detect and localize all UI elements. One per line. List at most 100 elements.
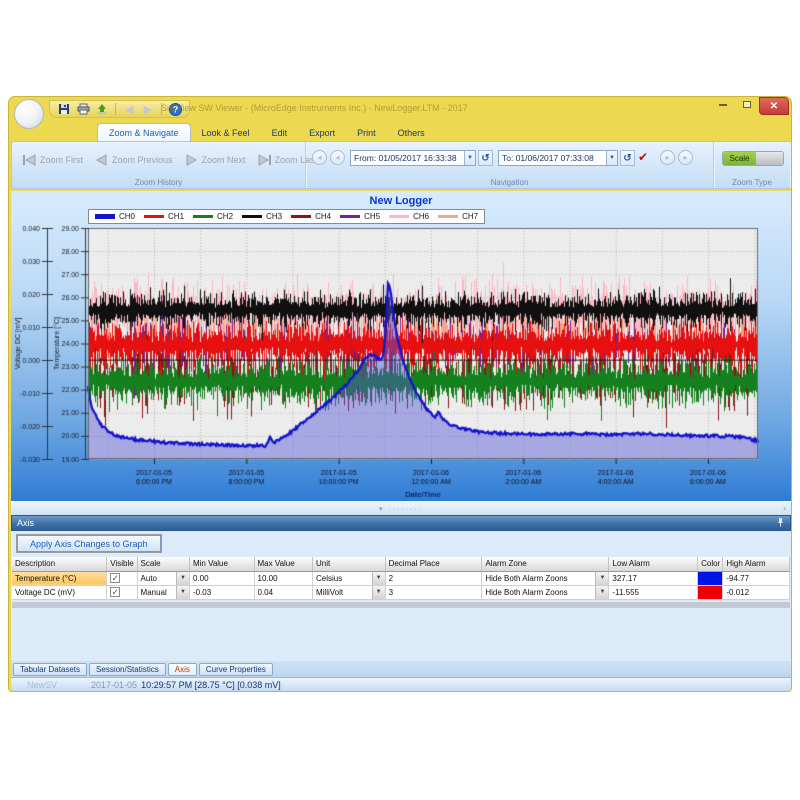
from-date-field[interactable]: From: 01/05/2017 16:33:38 ▼ [350, 150, 476, 166]
cell-max-value[interactable]: 10.00 [254, 571, 313, 586]
apply-range-check-icon[interactable]: ✔ [638, 150, 656, 166]
window-title: SiteView SW Viewer - (MicroEdge Instrume… [161, 103, 468, 113]
from-reset-icon[interactable]: ↺ [478, 150, 493, 166]
checkbox-icon[interactable]: ✓ [110, 573, 121, 583]
column-header-min-value: Min Value [189, 557, 255, 572]
color-swatch[interactable] [698, 585, 722, 598]
legend-swatch [242, 215, 263, 218]
cell-description[interactable]: Voltage DC (mV) [12, 585, 108, 600]
nav-next-button[interactable]: ▸ [660, 150, 675, 165]
legend-item-ch1[interactable]: CH1 [144, 212, 184, 221]
legend-item-ch2[interactable]: CH2 [193, 212, 233, 221]
cell-min-value[interactable]: 0.00 [189, 571, 255, 586]
minimize-button[interactable] [711, 97, 735, 112]
column-header-unit: Unit [312, 557, 386, 572]
close-button[interactable]: ✕ [759, 97, 789, 115]
collapse-chevron-icon[interactable]: › [783, 503, 786, 513]
ribbon-tab-export[interactable]: Export [298, 124, 346, 141]
chart-legend: CH0 CH1 CH2 CH3 CH4 CH5 CH6 CH7 [88, 209, 486, 224]
column-header-high-alarm: High Alarm [722, 557, 790, 572]
zoom-next-icon [186, 154, 197, 166]
ribbon-tab-look-feel[interactable]: Look & Feel [191, 124, 261, 141]
chevron-down-icon[interactable]: ▼ [595, 571, 608, 584]
maximize-button[interactable] [735, 97, 759, 112]
cell-unit[interactable]: Celsius ▼ [312, 571, 386, 586]
legend-item-ch0[interactable]: CH0 [95, 212, 135, 221]
ribbon-tab-others[interactable]: Others [387, 124, 436, 141]
print-icon[interactable] [75, 102, 91, 116]
zoom-next-button[interactable]: Zoom Next [178, 148, 251, 172]
cell-max-value[interactable]: 0.04 [254, 585, 313, 600]
cell-visible[interactable]: ✓ [106, 585, 138, 600]
checkbox-icon[interactable]: ✓ [110, 587, 121, 597]
legend-swatch [291, 215, 312, 218]
legend-swatch [144, 215, 165, 218]
color-swatch[interactable] [698, 571, 722, 584]
legend-swatch [95, 214, 115, 219]
bottom-tab-curve-properties[interactable]: Curve Properties [198, 662, 273, 676]
export-icon[interactable] [94, 102, 110, 116]
column-header-alarm-zone: Alarm Zone [481, 557, 610, 572]
cell-scale[interactable]: Auto ▼ [137, 571, 190, 586]
to-date-field[interactable]: To: 01/06/2017 07:33:08 ▼ [498, 150, 618, 166]
cell-unit[interactable]: MilliVolt ▼ [312, 585, 386, 600]
zoom-previous-button[interactable]: Zoom Previous [88, 148, 178, 172]
zoom-first-button[interactable]: Zoom First [16, 148, 88, 172]
ribbon-tab-print[interactable]: Print [346, 124, 387, 141]
cell-color[interactable] [697, 585, 724, 600]
cell-color[interactable] [697, 571, 724, 586]
save-icon[interactable] [56, 102, 72, 116]
title-bar: ◀ ▶ ? SiteView SW Viewer - (MicroEdge In… [9, 97, 791, 129]
cell-decimal-place[interactable]: 3 [385, 585, 483, 600]
legend-item-ch5[interactable]: CH5 [340, 212, 380, 221]
chevron-down-icon[interactable]: ▼ [175, 571, 189, 584]
cell-visible[interactable]: ✓ [106, 571, 138, 586]
navigation-group: ◂ ◂ From: 01/05/2017 16:33:38 ▼ ↺ To: 01… [306, 142, 714, 188]
chevron-down-icon[interactable]: ▼ [464, 151, 475, 165]
forward-icon[interactable]: ▶ [140, 102, 156, 116]
to-reset-icon[interactable]: ↺ [620, 150, 635, 166]
bottom-tab-session-statistics[interactable]: Session/Statistics [89, 662, 166, 676]
cell-low-alarm[interactable]: -11.555 [608, 585, 699, 600]
nav-previous-button[interactable]: ◂ [330, 150, 345, 165]
cell-high-alarm[interactable]: -0.012 [722, 585, 790, 600]
cell-alarm-zone[interactable]: Hide Both Alarm Zoons ▼ [481, 585, 610, 600]
zoom-type-group: Scale Zoom Type [714, 142, 790, 188]
cell-decimal-place[interactable]: 2 [385, 571, 483, 586]
apply-axis-changes-button[interactable]: Apply Axis Changes to Graph [16, 534, 162, 553]
chevron-down-icon[interactable]: ▼ [595, 585, 608, 598]
cell-description[interactable]: Temperature (°C) [12, 571, 108, 586]
cell-high-alarm[interactable]: -94.77 [722, 571, 790, 586]
chevron-down-icon[interactable]: ▼ [371, 571, 385, 584]
legend-label: CH6 [413, 212, 430, 221]
nav-first-button[interactable]: ◂ [312, 150, 327, 165]
pin-icon[interactable] [776, 517, 785, 529]
nav-last-button[interactable]: ▸ [678, 150, 693, 165]
group-label: Zoom Type [732, 178, 772, 187]
chevron-down-icon[interactable]: ▼ [175, 585, 189, 598]
legend-item-ch3[interactable]: CH3 [242, 212, 282, 221]
zoom-type-scale-label: Scale [723, 152, 756, 165]
column-header-visible: Visible [106, 557, 138, 572]
chart-canvas[interactable] [11, 191, 791, 501]
panel-splitter[interactable]: ▾ ········ › [11, 501, 791, 515]
cell-scale[interactable]: Manual ▼ [137, 585, 190, 600]
legend-label: CH5 [364, 212, 381, 221]
cell-low-alarm[interactable]: 327.17 [608, 571, 699, 586]
ribbon-tab-edit[interactable]: Edit [261, 124, 299, 141]
app-logo-icon[interactable] [14, 99, 44, 129]
legend-item-ch4[interactable]: CH4 [291, 212, 331, 221]
bottom-tab-axis[interactable]: Axis [167, 662, 197, 676]
chevron-down-icon[interactable]: ▼ [606, 151, 617, 165]
legend-item-ch7[interactable]: CH7 [438, 212, 478, 221]
cell-min-value[interactable]: -0.03 [189, 585, 255, 600]
splitter-grip-icon[interactable]: ▾ ········ [379, 505, 423, 513]
bottom-tab-tabular-datasets[interactable]: Tabular Datasets [13, 662, 88, 676]
zoom-history-group: Zoom First Zoom Previous Zoom Next Zoom Las… [12, 142, 317, 188]
zoom-type-toggle[interactable]: Scale [722, 151, 784, 166]
chevron-down-icon[interactable]: ▼ [371, 585, 385, 598]
legend-item-ch6[interactable]: CH6 [389, 212, 429, 221]
back-icon[interactable]: ◀ [121, 102, 137, 116]
ribbon-tab-zoom-navigate[interactable]: Zoom & Navigate [97, 123, 191, 141]
cell-alarm-zone[interactable]: Hide Both Alarm Zoons ▼ [481, 571, 610, 586]
